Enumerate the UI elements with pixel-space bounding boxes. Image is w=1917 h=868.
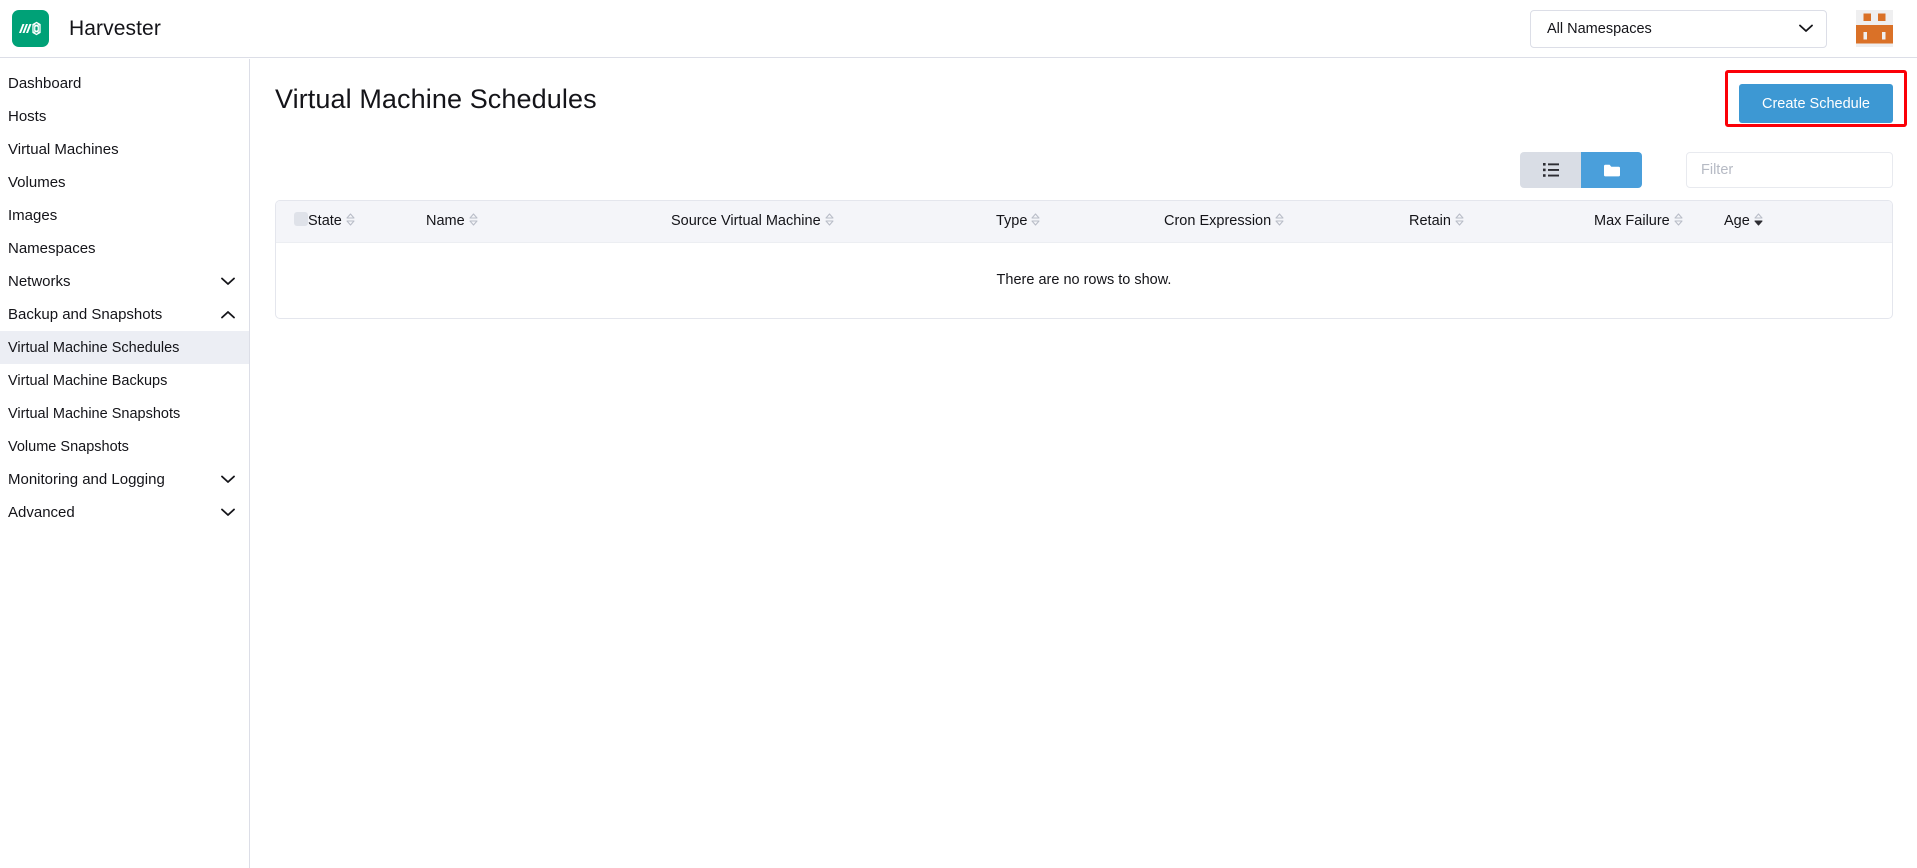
sidebar-item-volume-snapshots[interactable]: Volume Snapshots: [0, 430, 249, 463]
folder-view-icon[interactable]: [1581, 152, 1642, 188]
sidebar-item-label: Virtual Machine Backups: [8, 373, 167, 389]
sidebar-item-hosts[interactable]: Hosts: [0, 100, 249, 133]
chevron-down-icon: [1799, 20, 1813, 38]
page-header: Virtual Machine Schedules Create Schedul…: [275, 59, 1893, 123]
chevron-down-icon: [221, 508, 235, 517]
sidebar-item-label: Volumes: [8, 174, 66, 191]
chevron-up-icon: [221, 310, 235, 319]
sidebar-item-label: Virtual Machine Schedules: [8, 340, 179, 356]
table-header-row: State Name: [276, 201, 1892, 242]
header-right-group: All Namespaces: [1530, 10, 1917, 48]
page-title: Virtual Machine Schedules: [275, 84, 597, 115]
user-avatar-icon[interactable]: [1856, 10, 1893, 47]
sidebar-item-backup-and-snapshots[interactable]: Backup and Snapshots: [0, 298, 249, 331]
table-toolbar: [275, 152, 1893, 188]
sidebar-item-images[interactable]: Images: [0, 199, 249, 232]
column-header-label: Cron Expression: [1164, 213, 1271, 229]
sidebar-item-virtual-machines[interactable]: Virtual Machines: [0, 133, 249, 166]
column-header-label: Max Failure: [1594, 213, 1670, 229]
table-header: State Name: [276, 201, 1892, 242]
schedules-table: State Name: [276, 201, 1892, 318]
sort-icon: [1275, 213, 1284, 230]
column-header-source-virtual-machine[interactable]: Source Virtual Machine: [671, 201, 996, 242]
table-body: There are no rows to show.: [276, 242, 1892, 318]
sidebar-item-label: Hosts: [8, 108, 46, 125]
sidebar-item-volumes[interactable]: Volumes: [0, 166, 249, 199]
sort-icon: [1674, 213, 1683, 230]
sort-icon: [1031, 213, 1040, 230]
sidebar-item-advanced[interactable]: Advanced: [0, 496, 249, 529]
filter-input[interactable]: [1686, 152, 1893, 188]
column-header-name[interactable]: Name: [426, 201, 671, 242]
sort-icon: [1455, 213, 1464, 230]
sidebar-item-label: Images: [8, 207, 57, 224]
sort-icon: [469, 213, 478, 230]
brand-title: Harvester: [69, 17, 161, 41]
sidebar-item-label: Networks: [8, 273, 71, 290]
create-schedule-wrapper: Create Schedule: [1739, 84, 1893, 123]
column-header-state[interactable]: State: [308, 201, 426, 242]
sidebar-item-label: Monitoring and Logging: [8, 471, 165, 488]
sort-icon: [346, 213, 355, 230]
column-header-label: Age: [1724, 213, 1750, 229]
column-header-max-failure[interactable]: Max Failure: [1594, 201, 1724, 242]
sidebar-item-networks[interactable]: Networks: [0, 265, 249, 298]
sidebar-item-virtual-machine-backups[interactable]: Virtual Machine Backups: [0, 364, 249, 397]
column-header-cron-expression[interactable]: Cron Expression: [1164, 201, 1409, 242]
sidebar-nav: Dashboard Hosts Virtual Machines Volumes…: [0, 59, 250, 868]
sidebar-item-virtual-machine-snapshots[interactable]: Virtual Machine Snapshots: [0, 397, 249, 430]
namespace-selector-value: All Namespaces: [1547, 21, 1799, 37]
main-content: Virtual Machine Schedules Create Schedul…: [251, 59, 1917, 868]
top-header: Harvester All Namespaces: [0, 0, 1917, 58]
chevron-down-icon: [221, 475, 235, 484]
sidebar-item-label: Dashboard: [8, 75, 81, 92]
chevron-down-icon: [221, 277, 235, 286]
schedules-table-card: State Name: [275, 200, 1893, 319]
sidebar-item-virtual-machine-schedules[interactable]: Virtual Machine Schedules: [0, 331, 249, 364]
sidebar-item-namespaces[interactable]: Namespaces: [0, 232, 249, 265]
sidebar-item-label: Namespaces: [8, 240, 96, 257]
table-empty-row: There are no rows to show.: [276, 242, 1892, 318]
namespace-selector[interactable]: All Namespaces: [1530, 10, 1827, 48]
sidebar-item-label: Virtual Machine Snapshots: [8, 406, 180, 422]
sidebar-item-label: Virtual Machines: [8, 141, 119, 158]
column-header-label: Source Virtual Machine: [671, 213, 821, 229]
harvester-logo-icon[interactable]: [12, 10, 49, 47]
view-toggle-group: [1520, 152, 1642, 188]
column-header-age[interactable]: Age: [1724, 201, 1892, 242]
select-all-header: [276, 201, 308, 242]
column-header-label: State: [308, 213, 342, 229]
column-header-label: Type: [996, 213, 1027, 229]
column-header-type[interactable]: Type: [996, 201, 1164, 242]
select-all-checkbox[interactable]: [294, 212, 308, 226]
column-header-retain[interactable]: Retain: [1409, 201, 1594, 242]
create-schedule-button[interactable]: Create Schedule: [1739, 84, 1893, 123]
column-header-label: Retain: [1409, 213, 1451, 229]
column-header-label: Name: [426, 213, 465, 229]
sidebar-item-label: Advanced: [8, 504, 75, 521]
sort-icon-desc-active: [1754, 213, 1763, 230]
sidebar-item-label: Volume Snapshots: [8, 439, 129, 455]
sidebar-item-label: Backup and Snapshots: [8, 306, 162, 323]
sidebar-item-dashboard[interactable]: Dashboard: [0, 67, 249, 100]
list-view-icon[interactable]: [1520, 152, 1581, 188]
sort-icon: [825, 213, 834, 230]
table-empty-message: There are no rows to show.: [276, 242, 1892, 318]
sidebar-item-monitoring-and-logging[interactable]: Monitoring and Logging: [0, 463, 249, 496]
